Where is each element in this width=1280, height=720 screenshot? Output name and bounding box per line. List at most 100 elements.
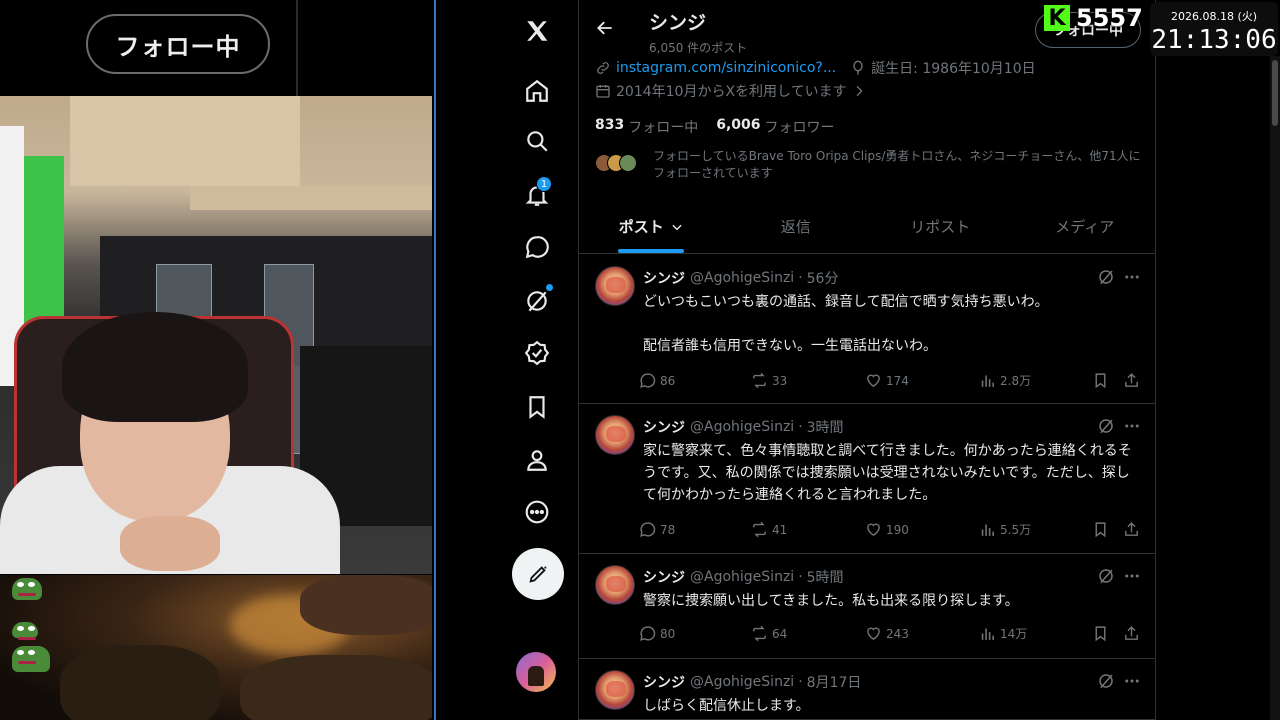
- like-button[interactable]: 190: [865, 521, 909, 538]
- rock: [240, 655, 432, 720]
- tab-replies[interactable]: 返信: [724, 200, 869, 253]
- more-options-icon[interactable]: [1123, 417, 1141, 435]
- like-count: 190: [886, 522, 909, 537]
- followers-label[interactable]: フォロワー: [765, 117, 835, 137]
- more-options-icon[interactable]: [1123, 672, 1141, 690]
- bookmark-button[interactable]: [1092, 372, 1113, 389]
- repost-icon: [753, 521, 766, 538]
- reply-icon: [640, 373, 656, 388]
- post-author-handle[interactable]: @AgohigeSinzi: [690, 674, 794, 690]
- more-icon[interactable]: [522, 497, 552, 527]
- tab-posts[interactable]: ポスト: [579, 200, 724, 253]
- share-button[interactable]: [1123, 372, 1144, 389]
- views-button[interactable]: 5.5万: [979, 521, 1031, 538]
- post-timestamp[interactable]: 56分: [807, 268, 839, 288]
- grok-icon[interactable]: [1097, 567, 1115, 585]
- stream-overlay-left: フォロー中: [0, 0, 434, 720]
- bookmark-icon: [1095, 373, 1106, 389]
- post-text: 警察に捜索願い出してきました。私も出来る限り探します。: [643, 593, 1019, 609]
- following-count[interactable]: 833: [595, 117, 624, 137]
- shelf: [70, 96, 300, 186]
- back-button[interactable]: [595, 18, 615, 38]
- share-icon: [1125, 626, 1138, 640]
- bookmark-icon[interactable]: [522, 392, 552, 422]
- post-timestamp[interactable]: 5時間: [807, 567, 844, 587]
- post[interactable]: シンジ @AgohigeSinzi · 3時間 家に警察来て、色々事情聴取と調べ…: [579, 405, 1155, 554]
- more-options-icon[interactable]: [1123, 567, 1141, 585]
- views-chart-icon: [981, 524, 994, 536]
- tab-label: ポスト: [618, 218, 664, 236]
- post-avatar[interactable]: [595, 565, 635, 605]
- post-avatar[interactable]: [595, 415, 635, 455]
- separator: ·: [798, 674, 803, 690]
- following-label[interactable]: フォロー中: [628, 117, 698, 137]
- compose-post-button[interactable]: [512, 548, 564, 600]
- messages-icon[interactable]: [522, 232, 552, 262]
- tab-reposts[interactable]: リポスト: [868, 200, 1013, 253]
- bookmark-icon: [1095, 626, 1106, 642]
- reply-button[interactable]: 80: [639, 625, 675, 642]
- reply-icon: [640, 626, 656, 641]
- repost-button[interactable]: 33: [751, 372, 787, 389]
- post-avatar[interactable]: [595, 670, 635, 710]
- profile-icon[interactable]: [522, 445, 552, 475]
- share-button[interactable]: [1123, 521, 1144, 538]
- separator: ·: [798, 270, 803, 286]
- more-options-icon[interactable]: [1123, 268, 1141, 286]
- post-author-handle[interactable]: @AgohigeSinzi: [690, 419, 794, 435]
- post-author-handle[interactable]: @AgohigeSinzi: [690, 270, 794, 286]
- x-app-window: 1 シンジ 6,050 件のポスト フォロー中 instagram.com/si…: [434, 0, 1280, 720]
- post-timestamp[interactable]: 3時間: [807, 417, 844, 437]
- post-timestamp[interactable]: 8月17日: [807, 672, 862, 692]
- views-button[interactable]: 14万: [979, 625, 1027, 642]
- profile-joined-row[interactable]: 2014年10月からXを利用しています: [595, 81, 872, 101]
- profile-birthday: 誕生日: 1986年10月10日: [871, 61, 1036, 77]
- avatar: [619, 154, 637, 172]
- followers-count[interactable]: 6,006: [716, 117, 760, 137]
- link-icon: [597, 62, 609, 74]
- repost-button[interactable]: 41: [751, 521, 787, 538]
- pepe-emote-icon: [12, 646, 50, 672]
- post-author-name[interactable]: シンジ: [643, 417, 685, 437]
- post-avatar[interactable]: [595, 266, 635, 306]
- post[interactable]: シンジ @AgohigeSinzi · 56分 どいつもこいつも裏の通話、録音し…: [579, 256, 1155, 404]
- grok-icon[interactable]: [1097, 268, 1115, 286]
- tab-label: リポスト: [910, 218, 971, 236]
- reply-count: 80: [660, 626, 676, 641]
- post-author-handle[interactable]: @AgohigeSinzi: [690, 569, 794, 585]
- reply-button[interactable]: 78: [639, 521, 675, 538]
- x-logo-icon[interactable]: [522, 16, 552, 46]
- post[interactable]: シンジ @AgohigeSinzi · 8月17日 しばらく配信休止します。: [579, 660, 1155, 720]
- followers-you-know[interactable]: フォローしているBrave Toro Oripa Clips/勇者トロさん、ネジ…: [595, 148, 1141, 188]
- like-button[interactable]: 174: [865, 372, 909, 389]
- post-header: シンジ @AgohigeSinzi · 5時間: [643, 567, 844, 587]
- post[interactable]: シンジ @AgohigeSinzi · 5時間 警察に捜索願い出してきました。私…: [579, 555, 1155, 659]
- bookmark-button[interactable]: [1092, 625, 1113, 642]
- pepe-emote-icon: [12, 578, 42, 600]
- scrollbar-thumb[interactable]: [1272, 60, 1278, 126]
- reply-button[interactable]: 86: [639, 372, 675, 389]
- views-button[interactable]: 2.8万: [979, 372, 1031, 389]
- home-icon[interactable]: [522, 76, 552, 106]
- post-author-name[interactable]: シンジ: [643, 672, 685, 692]
- viewer-count: 5557: [1076, 4, 1143, 32]
- person-hand: [120, 516, 220, 571]
- scrollbar[interactable]: [1270, 56, 1280, 720]
- notification-count-badge: 1: [536, 176, 552, 192]
- post-author-name[interactable]: シンジ: [643, 268, 685, 288]
- post-author-name[interactable]: シンジ: [643, 567, 685, 587]
- like-button[interactable]: 243: [865, 625, 909, 642]
- view-count: 5.5万: [1000, 523, 1032, 537]
- bookmark-button[interactable]: [1092, 521, 1113, 538]
- profile-website-link[interactable]: instagram.com/sinziniconico?...: [616, 60, 836, 76]
- account-avatar[interactable]: [516, 652, 556, 692]
- search-icon[interactable]: [522, 126, 552, 156]
- profile-joined-date: 2014年10月からXを利用しています: [616, 84, 847, 100]
- share-button[interactable]: [1123, 625, 1144, 642]
- grok-icon[interactable]: [1097, 672, 1115, 690]
- verified-icon[interactable]: [522, 338, 552, 368]
- repost-button[interactable]: 64: [751, 625, 787, 642]
- tab-media[interactable]: メディア: [1013, 200, 1156, 253]
- person-hair: [62, 312, 248, 422]
- grok-icon[interactable]: [1097, 417, 1115, 435]
